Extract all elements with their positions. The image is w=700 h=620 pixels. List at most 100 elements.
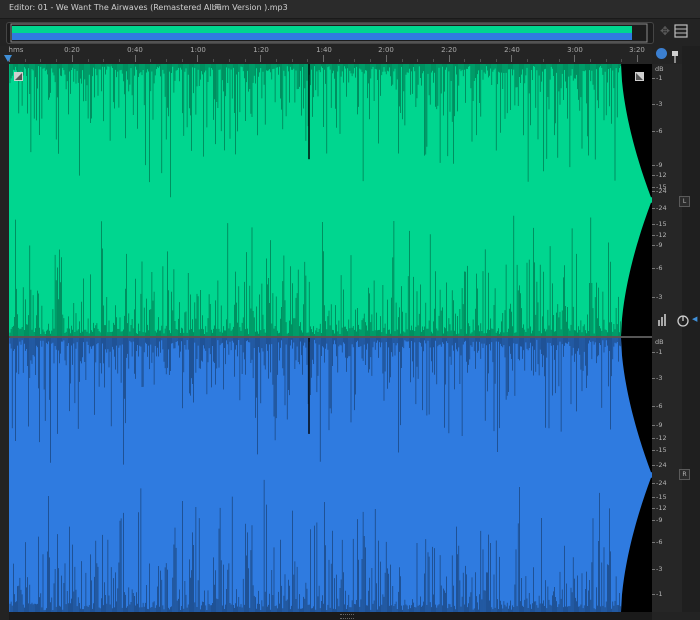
ruler-tick [574,55,576,62]
zoom-corner-icon[interactable] [14,66,23,81]
time-tick-label: 1:40 [316,46,332,54]
ruler-tick [401,59,403,62]
db-label: -24 [652,461,667,469]
ruler-tick [307,59,309,62]
ruler-tick [370,59,372,62]
ruler-tick [24,59,26,62]
snap-icon[interactable] [656,48,667,59]
waveform-display[interactable] [9,64,652,612]
db-label: -12 [652,171,667,179]
power-icon[interactable] [677,312,689,327]
db-label: -3 [651,565,663,573]
db-label: -1 [651,74,663,82]
time-ruler[interactable]: hms 0:20 0:40 1:00 1:20 1:40 2:00 2:20 2… [0,46,652,64]
panel-options-icon[interactable] [674,23,688,38]
channel-badge-right[interactable]: R [679,469,690,480]
panel-menu-icon[interactable]: ≡ [214,2,222,12]
channel-divider [9,336,652,338]
db-label: -1 [651,590,663,598]
db-label: -6 [651,402,663,410]
db-label: -9 [651,421,663,429]
ruler-tick [87,59,89,62]
time-unit-label: hms [8,46,24,54]
db-label: -3 [651,293,663,301]
ruler-tick [417,59,419,62]
ruler-tick [260,55,262,62]
time-tick-label: 2:00 [378,46,394,54]
ruler-tick [511,55,513,62]
scrollbar-grip[interactable] [340,614,354,619]
ruler-tick [448,55,450,62]
ruler-tick [354,59,356,62]
time-tick-label: 2:20 [441,46,457,54]
ruler-tick [495,59,497,62]
db-unit-left: dB [655,65,664,73]
ruler-tick [213,59,215,62]
db-label: -3 [651,100,663,108]
horizontal-scrollbar[interactable] [9,612,652,620]
db-label: -15 [652,493,667,501]
ruler-tick [527,59,529,62]
ruler-tick [71,55,73,62]
db-label: -12 [652,231,667,239]
ruler-tick [338,59,340,62]
time-tick-label: 1:20 [253,46,269,54]
time-tick-label: 1:00 [190,46,206,54]
ruler-tick [605,59,607,62]
ruler-tick [291,59,293,62]
ruler-tick [134,55,136,62]
ruler-tick [432,59,434,62]
side-control-strip [682,46,700,612]
db-label: -6 [651,127,663,135]
pin-icon[interactable] [670,48,680,63]
time-tick-label: 2:40 [504,46,520,54]
ruler-tick [228,59,230,62]
db-label: -9 [651,516,663,524]
db-label: -15 [652,446,667,454]
ruler-tick [385,55,387,62]
ruler-tick [275,59,277,62]
db-label: -24 [652,187,667,195]
overview-waveform[interactable] [6,22,654,44]
db-label: -6 [651,264,663,272]
db-label: -24 [652,479,667,487]
db-label: -15 [652,220,667,228]
ruler-tick [589,59,591,62]
db-unit-right: dB [655,338,664,346]
time-tick-label: 3:00 [567,46,583,54]
ruler-tick [181,59,183,62]
time-tick-label: 0:40 [127,46,143,54]
ruler-tick [637,55,638,62]
db-scale: dB -1 -3 -6 -9 -12 -15 -24 -24 -15 -12 -… [651,64,682,612]
ruler-tick [166,59,167,62]
ruler-tick [464,59,466,62]
playhead-marker[interactable] [4,55,12,62]
ruler-tick [244,59,246,62]
zoom-corner-icon[interactable] [635,66,644,81]
ruler-tick [150,59,152,62]
db-label: -3 [651,374,663,382]
editor-title: Editor: 01 - We Want The Airwaves (Remas… [9,3,288,12]
ruler-tick [323,55,324,62]
db-label: -1 [651,348,663,356]
meter-icon[interactable] [657,311,669,326]
ruler-tick [558,59,560,62]
ruler-tick [621,59,623,62]
db-label: -12 [652,434,667,442]
time-tick-label: 3:20 [629,46,645,54]
panel-edge-arrow-icon[interactable]: ◀ [692,315,697,323]
zoom-navigator-icon[interactable]: ✥ [657,23,673,39]
ruler-tick [197,55,199,62]
ruler-tick [118,59,120,62]
channel-badge-left[interactable]: L [679,196,690,207]
db-label: -12 [652,504,667,512]
db-label: -9 [651,241,663,249]
ruler-tick [40,59,42,62]
ruler-tick [103,59,105,62]
ruler-tick [480,59,481,62]
db-label: -6 [651,538,663,546]
db-label: -24 [652,204,667,212]
db-label: -9 [651,161,663,169]
time-tick-label: 0:20 [64,46,80,54]
ruler-tick [56,59,58,62]
